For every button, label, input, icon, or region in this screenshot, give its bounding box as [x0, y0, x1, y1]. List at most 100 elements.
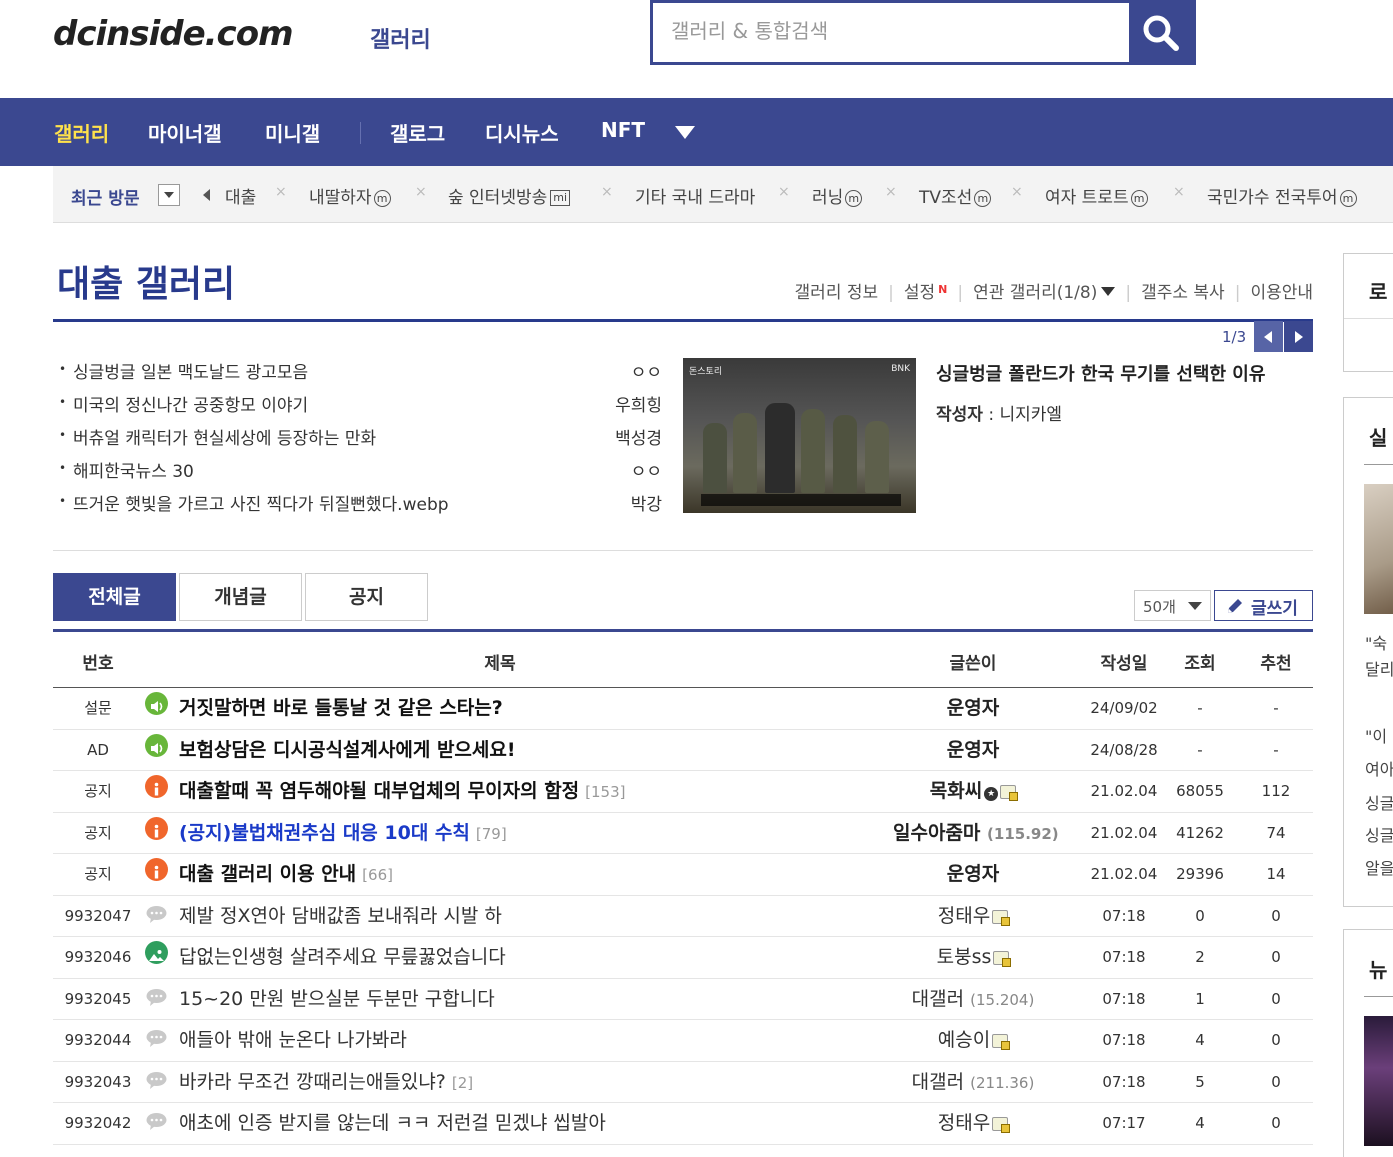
- recent-prev-arrow-icon[interactable]: [203, 189, 210, 201]
- post-writer[interactable]: 운영자: [893, 730, 1053, 771]
- tab-concept-posts[interactable]: 개념글: [179, 573, 302, 621]
- post-title[interactable]: 애초에 인증 받지를 않는데 ㅋㅋ 저런걸 믿겠냐 씹발아: [145, 1103, 885, 1144]
- realtime-text[interactable]: "이: [1365, 723, 1387, 747]
- post-writer[interactable]: 목화씨 ★: [893, 771, 1053, 812]
- realtime-text[interactable]: 싱글: [1365, 790, 1393, 814]
- search-icon: [1143, 15, 1179, 51]
- featured-main-author: 작성자 : 니지카엘: [936, 405, 1063, 425]
- post-title[interactable]: 15~20 만원 받으실분 두분만 구합니다: [145, 979, 885, 1020]
- gallog-icon[interactable]: [993, 951, 1012, 967]
- writer-ip: (211.36): [970, 1073, 1035, 1092]
- reply-count[interactable]: [153]: [585, 783, 625, 801]
- recent-remove-icon[interactable]: ×: [601, 184, 613, 200]
- copy-address-link[interactable]: 갤주소 복사: [1141, 283, 1225, 303]
- post-title[interactable]: 거짓말하면 바로 들통날 것 같은 스타는?: [145, 688, 885, 729]
- login-box-heading[interactable]: 로: [1369, 276, 1387, 305]
- featured-item[interactable]: • 미국의 정신나간 공중항모 이야기 우희힝: [57, 389, 662, 422]
- featured-main-title[interactable]: 싱글벙글 폴란드가 한국 무기를 선택한 이유: [936, 360, 1265, 386]
- nav-minor-gallery[interactable]: 마이너갤: [148, 118, 222, 147]
- tab-all-posts[interactable]: 전체글: [53, 573, 176, 621]
- featured-item[interactable]: • 버츄얼 캐릭터가 현실세상에 등장하는 만화 백성경: [57, 422, 662, 455]
- tab-notice[interactable]: 공지: [305, 573, 428, 621]
- reply-count[interactable]: [66]: [362, 866, 393, 884]
- featured-item[interactable]: • 싱글벙글 일본 맥도날드 광고모음 ㅇㅇ: [57, 356, 662, 389]
- recent-remove-icon[interactable]: ×: [885, 184, 897, 200]
- realtime-text[interactable]: "숙: [1365, 630, 1387, 654]
- post-writer[interactable]: 운영자: [893, 688, 1053, 729]
- recent-item[interactable]: 숲 인터넷방송 mi: [448, 183, 571, 208]
- post-writer[interactable]: 정태우: [893, 1103, 1053, 1144]
- post-writer[interactable]: 토붕ss: [893, 937, 1053, 978]
- post-writer[interactable]: 대갤러 (211.36): [893, 1062, 1053, 1104]
- gallog-icon[interactable]: [992, 1034, 1011, 1050]
- usage-guide-link[interactable]: 이용안내: [1250, 283, 1313, 303]
- realtime-text[interactable]: 여아: [1365, 756, 1393, 780]
- recent-remove-icon[interactable]: ×: [415, 184, 427, 200]
- write-post-button[interactable]: 글쓰기: [1214, 590, 1313, 621]
- nav-gallery[interactable]: 갤러리: [54, 118, 109, 147]
- post-writer[interactable]: 정태우: [893, 896, 1053, 937]
- post-title[interactable]: 애들아 밖애 눈온다 나가봐라: [145, 1020, 885, 1061]
- col-date: 작성일: [1100, 654, 1148, 674]
- featured-next-button[interactable]: [1284, 321, 1313, 352]
- post-title[interactable]: 대출할때 꼭 염두해야될 대부업체의 무이자의 함정 [153]: [145, 771, 885, 813]
- news-box-heading: 뉴: [1369, 958, 1388, 982]
- site-logo-sub[interactable]: 갤러리: [370, 22, 431, 54]
- news-thumbnail[interactable]: [1364, 1016, 1393, 1146]
- nav-nft[interactable]: NFT: [601, 118, 645, 142]
- recent-item[interactable]: 국민가수 전국투어 m: [1207, 183, 1357, 208]
- recent-item[interactable]: 여자 트로트 m: [1045, 183, 1148, 208]
- featured-thumbnail[interactable]: 돈스토리 BNK: [683, 358, 916, 513]
- nav-more-dropdown-icon[interactable]: [675, 126, 695, 139]
- gallog-icon[interactable]: [992, 1117, 1011, 1133]
- table-row: 9932045 15~20 만원 받으실분 두분만 구합니다 대갤러 (15.2…: [53, 979, 1313, 1021]
- gallery-title[interactable]: 대출 갤러리: [57, 255, 235, 307]
- recent-remove-icon[interactable]: ×: [275, 184, 287, 200]
- new-badge: N: [938, 283, 948, 296]
- realtime-text[interactable]: 싱글: [1365, 822, 1393, 846]
- site-logo[interactable]: dcinside.com: [53, 14, 293, 54]
- post-title[interactable]: 보험상담은 디시공식설계사에게 받으세요!: [145, 730, 885, 771]
- realtime-box-heading: 실: [1369, 426, 1388, 450]
- gallery-info-link[interactable]: 갤러리 정보: [795, 283, 879, 303]
- realtime-text[interactable]: 알을: [1365, 855, 1393, 879]
- post-title[interactable]: 대출 갤러리 이용 안내 [66]: [145, 854, 885, 896]
- search-input[interactable]: [657, 5, 1127, 57]
- post-writer[interactable]: 일수아줌마 (115.92): [893, 813, 1059, 855]
- post-writer[interactable]: 예승이: [893, 1020, 1053, 1061]
- realtime-text[interactable]: 달리: [1365, 656, 1393, 680]
- minor-gallery-badge: m: [845, 190, 863, 207]
- recent-item[interactable]: 기타 국내 드라마: [635, 183, 755, 208]
- realtime-thumbnail[interactable]: [1364, 484, 1393, 614]
- post-title[interactable]: 제발 정X연아 담배값좀 보내줘라 시발 하: [145, 896, 885, 937]
- table-row: 9932043 바카라 무조건 깡때리는애들있냐? [2] 대갤러 (211.36…: [53, 1062, 1313, 1104]
- post-writer[interactable]: 대갤러 (15.204): [893, 979, 1053, 1021]
- recent-remove-icon[interactable]: ×: [1011, 184, 1023, 200]
- featured-item[interactable]: • 뜨거운 햇빛을 가르고 사진 찍다가 뒤질뻔했다.webp 박강: [57, 488, 662, 521]
- related-gallery-link[interactable]: 연관 갤러리(1/8): [973, 283, 1116, 303]
- table-row: 9932042 애초에 인증 받지를 않는데 ㅋㅋ 저런걸 믿겠냐 씹발아 정태…: [53, 1103, 1313, 1145]
- recent-item[interactable]: 내딸하자 m: [309, 183, 391, 208]
- posts-per-page-select[interactable]: 50개: [1134, 590, 1211, 621]
- search-button[interactable]: [1129, 3, 1193, 62]
- gallog-icon[interactable]: [1000, 785, 1019, 801]
- recent-remove-icon[interactable]: ×: [1173, 184, 1185, 200]
- gallery-settings-link[interactable]: 설정 N: [904, 283, 948, 303]
- reply-count[interactable]: [79]: [476, 825, 507, 843]
- nav-mini-gallery[interactable]: 미니갤: [265, 118, 320, 147]
- post-title[interactable]: 답없는인생형 살려주세요 무릎꿇었습니다: [145, 937, 885, 978]
- recent-remove-icon[interactable]: ×: [778, 184, 790, 200]
- nav-gallog[interactable]: 갤로그: [390, 118, 445, 147]
- gallog-icon[interactable]: [992, 909, 1011, 926]
- featured-prev-button[interactable]: [1254, 321, 1283, 352]
- recent-item[interactable]: 대출: [225, 183, 256, 208]
- featured-item[interactable]: • 해피한국뉴스 30 ㅇㅇ: [57, 455, 662, 488]
- recent-visits-dropdown[interactable]: [158, 184, 180, 206]
- post-title[interactable]: (공지)불법채권추심 대응 10대 수칙 [79]: [145, 813, 885, 855]
- reply-count[interactable]: [2]: [452, 1074, 473, 1092]
- recent-item[interactable]: 러닝 m: [812, 183, 863, 208]
- nav-dcnews[interactable]: 디시뉴스: [485, 118, 559, 147]
- post-title[interactable]: 바카라 무조건 깡때리는애들있냐? [2]: [145, 1062, 885, 1104]
- post-writer[interactable]: 운영자: [893, 854, 1053, 895]
- recent-item[interactable]: TV조선 m: [919, 183, 992, 208]
